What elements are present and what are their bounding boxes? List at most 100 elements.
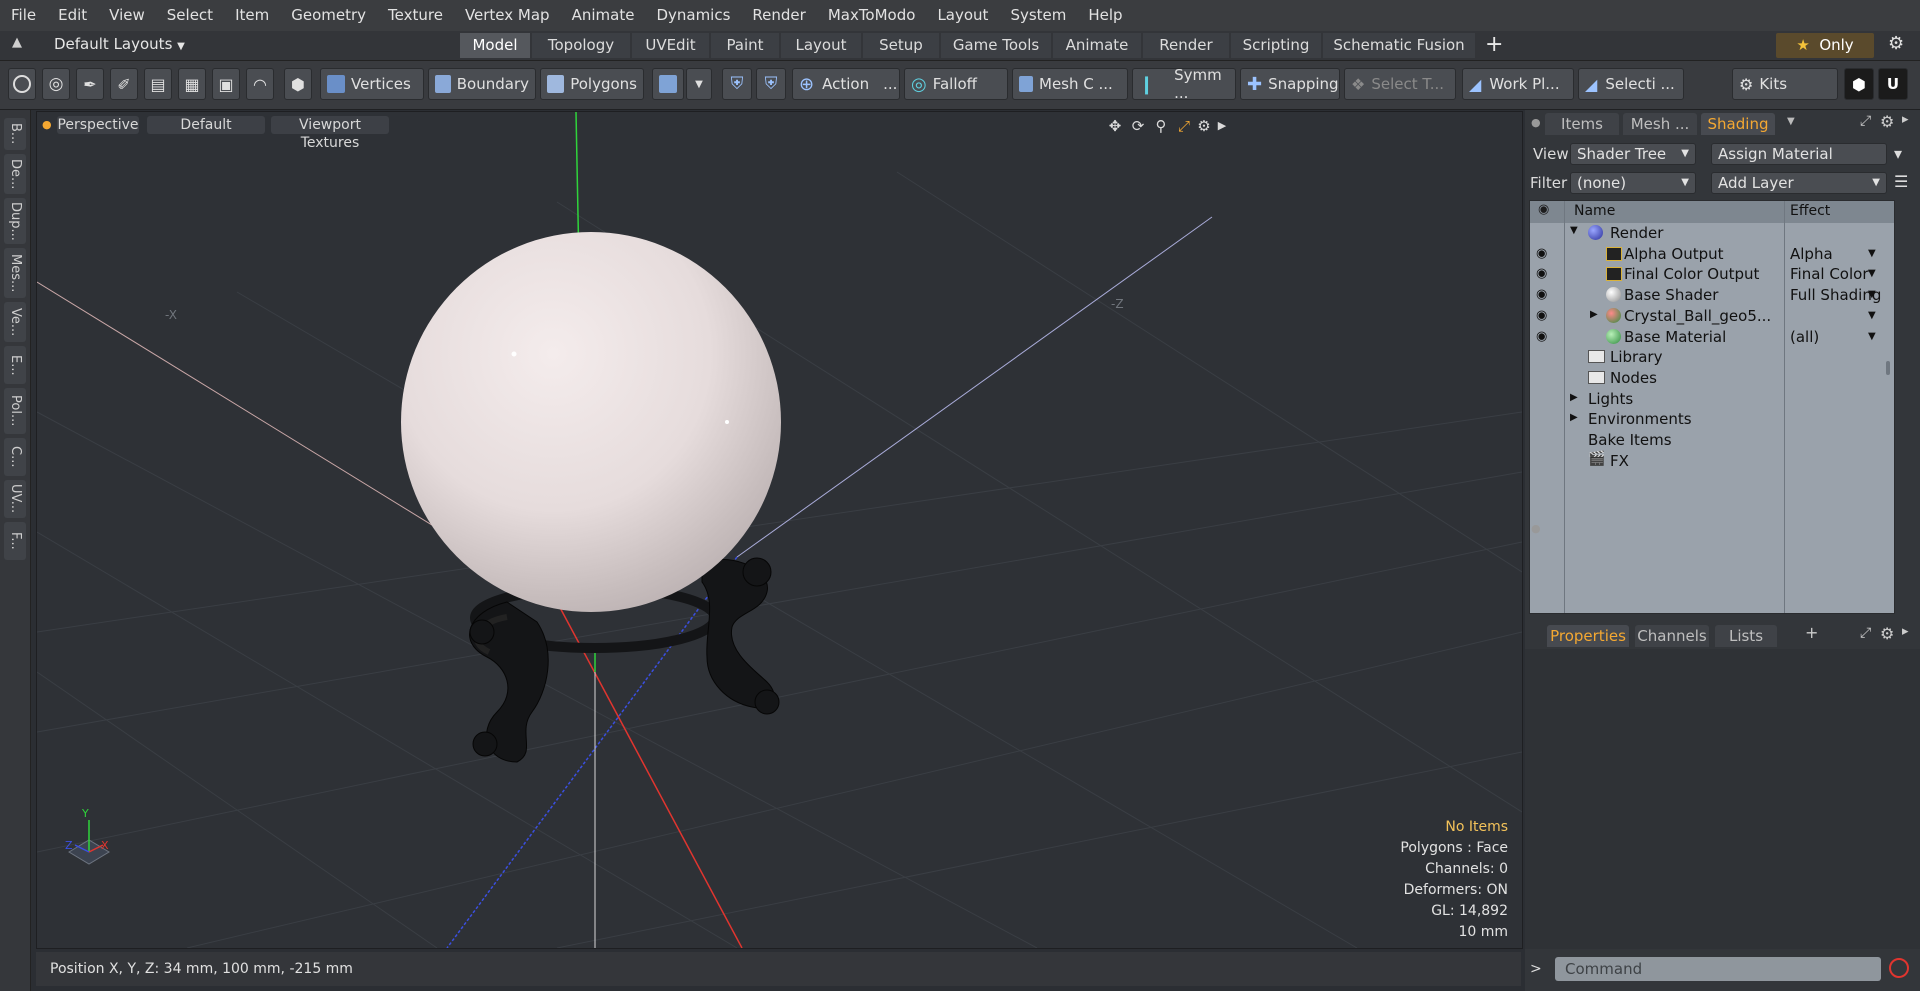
vtab-uv[interactable]: UV... — [4, 480, 26, 518]
boundary-button[interactable]: Boundary — [428, 68, 536, 100]
brush-button[interactable]: ✐ — [110, 68, 138, 100]
menu-render[interactable]: Render — [741, 0, 816, 31]
assign-material-button[interactable]: Assign Material — [1711, 143, 1887, 165]
tree-row-nodes[interactable]: Nodes — [1530, 368, 1894, 389]
tab-topology[interactable]: Topology — [532, 33, 630, 58]
menu-edit[interactable]: Edit — [47, 0, 98, 31]
tabs-dropdown-icon[interactable]: ▼ — [1787, 116, 1795, 127]
menu-dynamics[interactable]: Dynamics — [645, 0, 741, 31]
only-toggle[interactable]: ★ Only — [1776, 33, 1874, 58]
view-perspective-button[interactable]: Perspective — [57, 116, 139, 134]
zoom-view-icon[interactable]: ⚲ — [1152, 117, 1170, 135]
tab-properties[interactable]: Properties — [1547, 625, 1629, 647]
tab-lists[interactable]: Lists — [1715, 625, 1777, 647]
loop-button[interactable]: ▤ — [144, 68, 172, 100]
vtab-edge[interactable]: E... — [4, 346, 26, 384]
tree-row-final-color-output[interactable]: ◉ Final Color Output Final Color ▼ — [1530, 264, 1894, 285]
snapping-button[interactable]: ✚ Snapping — [1240, 68, 1340, 100]
list-options-icon[interactable]: ☰ — [1894, 172, 1908, 191]
command-input[interactable]: Command — [1555, 957, 1881, 981]
selection-sets-button[interactable]: ◢ Selecti ... — [1578, 68, 1684, 100]
vtab-mesh-edit[interactable]: Mes... — [4, 248, 26, 298]
tab-scripting[interactable]: Scripting — [1231, 33, 1321, 58]
view-dropdown[interactable]: Shader Tree ▼ — [1570, 143, 1696, 165]
select-through-button[interactable]: ❖ Select T... — [1344, 68, 1456, 100]
visibility-eye-icon[interactable]: ◉ — [1536, 308, 1552, 323]
tab-paint[interactable]: Paint — [711, 33, 779, 58]
visibility-eye-icon[interactable]: ◉ — [1536, 329, 1552, 344]
tab-schematic-fusion[interactable]: Schematic Fusion — [1323, 33, 1475, 58]
expand-right-arrow-icon[interactable]: ▶ — [1590, 309, 1598, 320]
tab-shading[interactable]: Shading — [1701, 113, 1775, 135]
symmetry-button[interactable]: ❙ Symm ... — [1132, 66, 1236, 102]
tree-row-base-shader[interactable]: ◉ Base Shader Full Shading ▼ — [1530, 285, 1894, 306]
tree-row-base-material[interactable]: ◉ Base Material (all) ▼ — [1530, 327, 1894, 348]
symmetry-shield-button[interactable]: ⛨ — [722, 68, 752, 100]
tab-channels[interactable]: Channels — [1635, 625, 1709, 647]
menu-system[interactable]: System — [999, 0, 1077, 31]
tab-layout[interactable]: Layout — [781, 33, 861, 58]
panel-gear-icon[interactable]: ⚙ — [1880, 624, 1894, 643]
panel-more-icon[interactable]: ▸ — [1902, 112, 1909, 127]
vtab-curve[interactable]: C... — [4, 438, 26, 476]
mesh-constraint-button[interactable]: Mesh C ... — [1012, 68, 1128, 100]
tree-row-crystal-ball[interactable]: ◉ ▶ Crystal_Ball_geo5... ▼ — [1530, 306, 1894, 327]
workplane-button[interactable]: ◢ Work Pl... — [1462, 68, 1574, 100]
menu-texture[interactable]: Texture — [377, 0, 454, 31]
modo-logo-button[interactable]: ⬢ — [1844, 68, 1874, 100]
effect-dropdown-icon[interactable]: ▼ — [1868, 310, 1876, 321]
expand-down-arrow-icon[interactable]: ▼ — [1570, 225, 1578, 236]
tab-game-tools[interactable]: Game Tools — [941, 33, 1051, 58]
visibility-eye-icon[interactable]: ◉ — [1536, 246, 1552, 261]
tab-animate[interactable]: Animate — [1053, 33, 1141, 58]
tree-row-library[interactable]: Library — [1530, 347, 1894, 368]
vtab-duplicate[interactable]: Dup... — [4, 198, 26, 244]
tab-uvedit[interactable]: UVEdit — [632, 33, 709, 58]
menu-geometry[interactable]: Geometry — [280, 0, 377, 31]
vtab-polygon[interactable]: Pol... — [4, 388, 26, 434]
vtab-vertex[interactable]: Ve... — [4, 302, 26, 342]
command-record-icon[interactable] — [1889, 958, 1909, 978]
tree-row-fx[interactable]: 🎬 FX — [1530, 451, 1894, 472]
gear-icon[interactable]: ⚙ — [1888, 33, 1904, 54]
column-name-header[interactable]: Name — [1574, 203, 1615, 219]
add-layer-dropdown[interactable]: Add Layer ▼ — [1711, 172, 1887, 194]
select-circle-button[interactable] — [8, 68, 36, 100]
tree-row-lights[interactable]: ▶ Lights — [1530, 389, 1894, 410]
item-mode-button[interactable]: ⬢ — [284, 68, 312, 100]
effect-dropdown-icon[interactable]: ▼ — [1868, 268, 1876, 279]
move-view-icon[interactable]: ✥ — [1106, 117, 1124, 135]
panel-expand-icon[interactable]: ⤢ — [1860, 113, 1871, 129]
unreal-logo-button[interactable]: U — [1878, 68, 1908, 100]
pivot-shield-button[interactable]: ⛨ — [756, 68, 786, 100]
material-mode-button[interactable] — [652, 68, 684, 100]
viewport-textures-button[interactable]: Viewport Textures — [271, 116, 389, 151]
tab-mesh[interactable]: Mesh ... — [1623, 113, 1697, 135]
kits-button[interactable]: ⚙ Kits — [1732, 68, 1838, 100]
viewport-menu-dot[interactable]: ● — [42, 118, 52, 131]
pen-button[interactable]: ✒ — [76, 68, 104, 100]
viewport-play-icon[interactable]: ▶ — [1213, 117, 1231, 135]
menu-animate[interactable]: Animate — [561, 0, 646, 31]
tab-model[interactable]: Model — [460, 33, 530, 58]
action-center-button[interactable]: ⊕ Action... — [792, 68, 900, 100]
menu-select[interactable]: Select — [156, 0, 224, 31]
tree-row-environments[interactable]: ▶ Environments — [1530, 409, 1894, 430]
properties-menu-dot[interactable]: ● — [1531, 522, 1541, 535]
menu-view[interactable]: View — [98, 0, 156, 31]
grid-button[interactable]: ▦ — [178, 68, 206, 100]
falloff-button[interactable]: ◎ Falloff — [904, 68, 1008, 100]
tree-row-render[interactable]: ▼ Render — [1530, 223, 1894, 244]
tab-items[interactable]: Items — [1545, 113, 1619, 135]
shading-default-button[interactable]: Default — [147, 116, 265, 134]
layout-preset-dropdown[interactable]: Default Layouts ▼ — [54, 35, 185, 53]
effect-dropdown-icon[interactable]: ▼ — [1868, 331, 1876, 342]
tree-row-bake-items[interactable]: Bake Items — [1530, 430, 1894, 451]
vtab-basic[interactable]: B... — [4, 118, 26, 150]
menu-help[interactable]: Help — [1077, 0, 1133, 31]
menu-vertex-map[interactable]: Vertex Map — [454, 0, 561, 31]
visibility-eye-icon[interactable]: ◉ — [1536, 266, 1552, 281]
panel-more-icon[interactable]: ▸ — [1902, 624, 1909, 639]
funnel-filter-icon[interactable]: ▾ — [1894, 144, 1902, 163]
panel-expand-icon[interactable]: ⤢ — [1860, 625, 1871, 641]
